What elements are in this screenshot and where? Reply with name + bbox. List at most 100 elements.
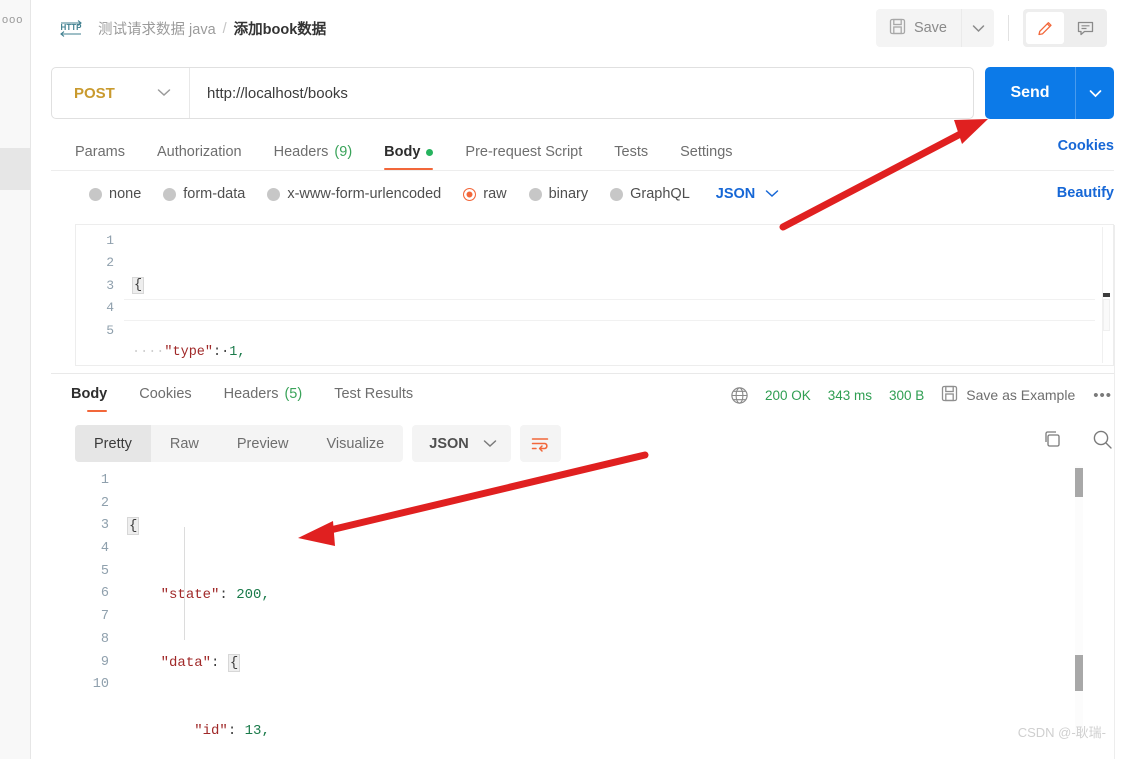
view-mode-pretty[interactable]: Pretty [75, 425, 151, 462]
comment-icon[interactable] [1066, 12, 1104, 44]
body-type-label: x-www-form-urlencoded [287, 186, 442, 202]
copy-icon[interactable] [1042, 429, 1063, 450]
request-scrollbar-segment[interactable] [1103, 299, 1110, 331]
floppy-disk-icon [889, 18, 906, 38]
body-type-label: binary [548, 186, 589, 202]
line-number: 2 [106, 255, 114, 271]
request-line-numbers: 1 2 3 4 5 [76, 225, 124, 365]
code-sep: : [219, 586, 237, 603]
cookies-link[interactable]: Cookies [1058, 138, 1114, 154]
code-value: 200, [236, 586, 270, 603]
tab-pre-request-script[interactable]: Pre-request Script [449, 144, 598, 170]
tab-authorization[interactable]: Authorization [141, 144, 258, 170]
tab-label: Params [75, 144, 125, 160]
line-number: 1 [100, 473, 109, 488]
tab-tests[interactable]: Tests [598, 144, 664, 170]
url-bar-row: POST Send [51, 66, 1114, 120]
wrap-text-icon[interactable] [519, 425, 561, 462]
floppy-disk-icon [941, 385, 958, 405]
response-format-label: JSON [429, 435, 469, 452]
save-dropdown-chevron-down-icon[interactable] [961, 9, 994, 47]
save-as-example-button[interactable]: Save as Example [941, 385, 1075, 405]
response-editor-actions [1042, 428, 1114, 451]
body-type-label: raw [483, 186, 507, 202]
url-input[interactable] [190, 68, 973, 118]
code-key: "type" [164, 345, 214, 361]
body-type-raw[interactable]: raw [463, 186, 507, 202]
beautify-link[interactable]: Beautify [1057, 185, 1114, 201]
tab-params[interactable]: Params [75, 144, 141, 170]
radio-icon [163, 187, 177, 201]
http-icon: HTTP [58, 19, 84, 39]
pencil-icon[interactable] [1026, 12, 1064, 44]
tabs-divider [51, 170, 1114, 171]
header-divider [1008, 15, 1009, 41]
response-time: 343 ms [827, 387, 872, 403]
line-number: 4 [100, 541, 109, 557]
body-type-x-www-form-urlencoded[interactable]: x-www-form-urlencoded [267, 186, 441, 202]
request-header: HTTP 测试请求数据 java / 添加book数据 Save [31, 0, 1134, 57]
tab-label: Pre-request Script [465, 144, 583, 160]
code-line: "data": { [127, 652, 1084, 675]
line-number: 10 [92, 677, 109, 693]
response-format-selector[interactable]: JSON [412, 425, 511, 462]
tab-body[interactable]: Body [368, 144, 449, 170]
send-button[interactable]: Send [985, 67, 1075, 119]
line-number: 7 [100, 609, 109, 625]
sidebar-active-indicator[interactable] [0, 148, 31, 190]
request-format-chevron-down-icon [765, 185, 779, 203]
method-selector[interactable]: POST [52, 68, 190, 118]
view-mode-preview[interactable]: Preview [218, 425, 308, 462]
tab-label: Test Results [334, 386, 414, 402]
tab-settings[interactable]: Settings [664, 144, 748, 170]
response-tab-cookies[interactable]: Cookies [123, 386, 207, 412]
request-scrollbar-thumb[interactable] [1103, 293, 1110, 297]
response-size: 300 B [889, 387, 925, 403]
sidebar-ellipsis-icon[interactable]: ooo [2, 14, 23, 26]
response-scrollbar-thumb-bottom[interactable] [1075, 655, 1083, 691]
breadcrumb: 测试请求数据 java / 添加book数据 [98, 18, 326, 39]
response-tab-body[interactable]: Body [71, 386, 123, 412]
body-type-none[interactable]: none [89, 186, 141, 202]
response-scrollbar-thumb-top[interactable] [1075, 468, 1083, 497]
request-format-selector[interactable]: JSON [716, 185, 780, 203]
tab-label: Headers [273, 144, 329, 160]
response-tab-headers[interactable]: Headers (5) [208, 386, 319, 412]
tab-label: Body [384, 144, 421, 160]
body-type-selector: none form-data x-www-form-urlencoded raw… [89, 182, 779, 206]
view-mode-raw[interactable]: Raw [151, 425, 218, 462]
code-key: "state" [160, 586, 220, 603]
search-icon[interactable] [1091, 428, 1114, 451]
send-dropdown-chevron-down-icon[interactable] [1075, 67, 1114, 119]
tab-headers[interactable]: Headers (9) [258, 144, 369, 170]
body-type-form-data[interactable]: form-data [163, 186, 245, 202]
radio-icon-selected [463, 187, 477, 201]
request-body-editor[interactable]: 1 2 3 4 5 { ····"type":·1, ····"name":"代… [75, 224, 1114, 366]
body-type-label: none [109, 186, 142, 202]
response-body-viewer[interactable]: 1 2 3 4 5 6 7 8 9 10 { "state": 200, "da… [71, 466, 1114, 736]
line-number: 8 [100, 631, 109, 647]
line-number: 5 [100, 563, 109, 579]
save-group: Save [875, 9, 994, 47]
view-mode-visualize[interactable]: Visualize [307, 425, 403, 462]
code-token: { [132, 276, 145, 294]
left-sidebar-rail: ooo [0, 0, 31, 759]
tab-label: Authorization [156, 144, 242, 160]
save-button[interactable]: Save [875, 9, 961, 47]
code-line: "id": 13, [127, 720, 1084, 736]
radio-icon [610, 187, 624, 201]
body-type-binary[interactable]: binary [528, 186, 589, 202]
line-number: 6 [100, 586, 109, 602]
response-scrollbar-track[interactable] [1075, 466, 1083, 736]
header-actions: Save [875, 9, 1107, 47]
body-type-graphql[interactable]: GraphQL [610, 186, 690, 202]
code-value: { [227, 653, 241, 672]
breadcrumb-parent[interactable]: 测试请求数据 java [98, 18, 216, 39]
save-as-example-label: Save as Example [966, 387, 1076, 403]
response-more-ellipsis-icon[interactable]: ••• [1093, 387, 1112, 404]
response-format-chevron-down-icon [483, 435, 497, 453]
url-bar: POST [51, 67, 974, 119]
code-fold-guide [184, 527, 185, 640]
response-tab-test-results[interactable]: Test Results [318, 386, 429, 412]
